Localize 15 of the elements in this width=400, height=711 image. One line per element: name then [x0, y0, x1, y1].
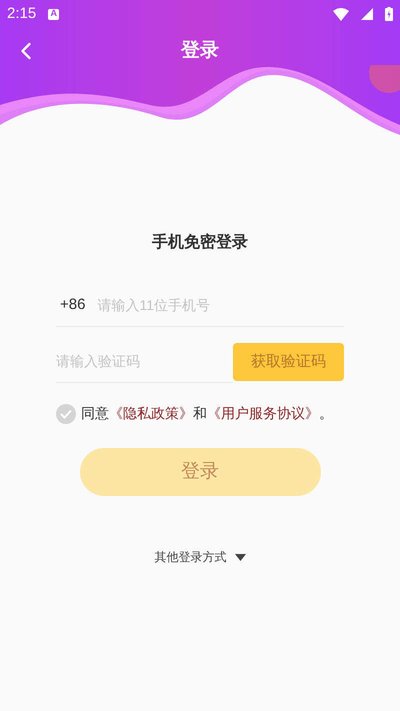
signal-icon: [361, 8, 373, 20]
agree-checkbox[interactable]: [56, 404, 76, 424]
other-login-button[interactable]: 其他登录方式: [154, 548, 246, 566]
user-agreement-link[interactable]: 《用户服务协议》: [207, 405, 319, 421]
agreement-text: 同意《隐私政策》和《用户服务协议》。: [81, 404, 333, 423]
check-icon: [60, 408, 72, 418]
privacy-policy-link[interactable]: 《隐私政策》: [109, 405, 193, 421]
notification-icon: A: [48, 8, 60, 20]
login-heading: 手机免密登录: [152, 232, 248, 253]
status-time: 2:15: [7, 4, 36, 24]
battery-icon: [385, 7, 393, 21]
dropdown-triangle-icon: [234, 554, 246, 560]
wifi-icon: [333, 8, 349, 20]
page-title: 登录: [181, 38, 219, 63]
country-code: +86: [60, 295, 86, 316]
